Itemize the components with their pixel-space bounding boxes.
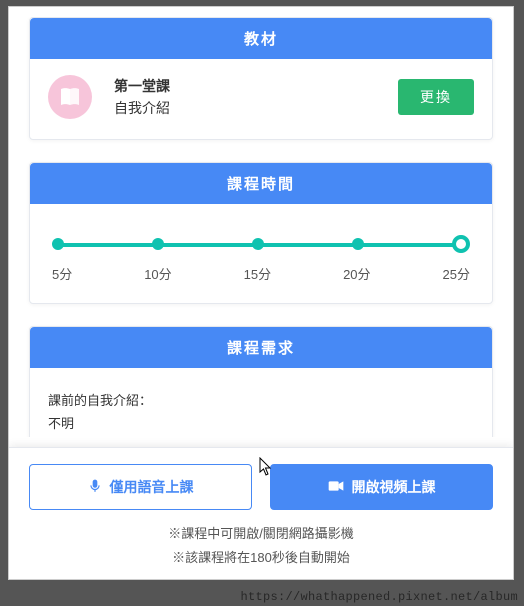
slider-tick bbox=[52, 238, 64, 250]
materials-header: 教材 bbox=[30, 18, 492, 59]
time-header: 課程時間 bbox=[30, 163, 492, 204]
material-title: 第一堂課 bbox=[114, 76, 398, 96]
audio-only-button[interactable]: 僅用語音上課 bbox=[29, 464, 252, 510]
scroll-area: 教材 第一堂課 自我介紹 更換 bbox=[9, 17, 513, 437]
tick-label: 10分 bbox=[144, 264, 171, 283]
microphone-icon bbox=[88, 479, 102, 496]
material-subtitle: 自我介紹 bbox=[114, 98, 398, 118]
tick-label: 20分 bbox=[343, 264, 370, 283]
materials-card: 教材 第一堂課 自我介紹 更換 bbox=[29, 17, 493, 140]
time-card: 課程時間 5分 10分 15分 20分 bbox=[29, 162, 493, 304]
tick-label: 5分 bbox=[52, 264, 72, 283]
tick-label: 25分 bbox=[443, 264, 470, 283]
intro-label: 課前的自我介紹： bbox=[48, 390, 474, 409]
modal-frame: 教材 第一堂課 自我介紹 更換 bbox=[8, 6, 514, 580]
audio-button-label: 僅用語音上課 bbox=[110, 477, 194, 497]
intro-value: 不明 bbox=[48, 413, 474, 432]
book-icon bbox=[48, 75, 92, 119]
slider-handle[interactable] bbox=[452, 235, 470, 253]
footer-note-2: ※該課程將在180秒後自動開始 bbox=[29, 546, 493, 569]
slider-tick bbox=[352, 238, 364, 250]
footer-bar: 僅用語音上課 開啟視頻上課 ※課程中可開啟/關閉網路攝影機 ※該課程將在180秒… bbox=[9, 447, 513, 579]
video-icon bbox=[328, 479, 344, 496]
video-button-label: 開啟視頻上課 bbox=[352, 477, 436, 497]
footer-note-1: ※課程中可開啟/關閉網路攝影機 bbox=[29, 522, 493, 545]
material-info: 第一堂課 自我介紹 bbox=[114, 76, 398, 118]
requirements-header: 課程需求 bbox=[30, 327, 492, 368]
watermark-text: https://whathappened.pixnet.net/album bbox=[240, 590, 518, 604]
requirements-card: 課程需求 課前的自我介紹： 不明 指出文法與錯誤發音： 我希望你能積極地指出 bbox=[29, 326, 493, 437]
duration-slider[interactable]: 5分 10分 15分 20分 25分 bbox=[48, 220, 474, 283]
slider-tick bbox=[152, 238, 164, 250]
material-row: 第一堂課 自我介紹 更換 bbox=[48, 75, 474, 119]
change-button[interactable]: 更換 bbox=[398, 79, 474, 115]
tick-label: 15分 bbox=[244, 264, 271, 283]
video-start-button[interactable]: 開啟視頻上課 bbox=[270, 464, 493, 510]
slider-tick bbox=[252, 238, 264, 250]
